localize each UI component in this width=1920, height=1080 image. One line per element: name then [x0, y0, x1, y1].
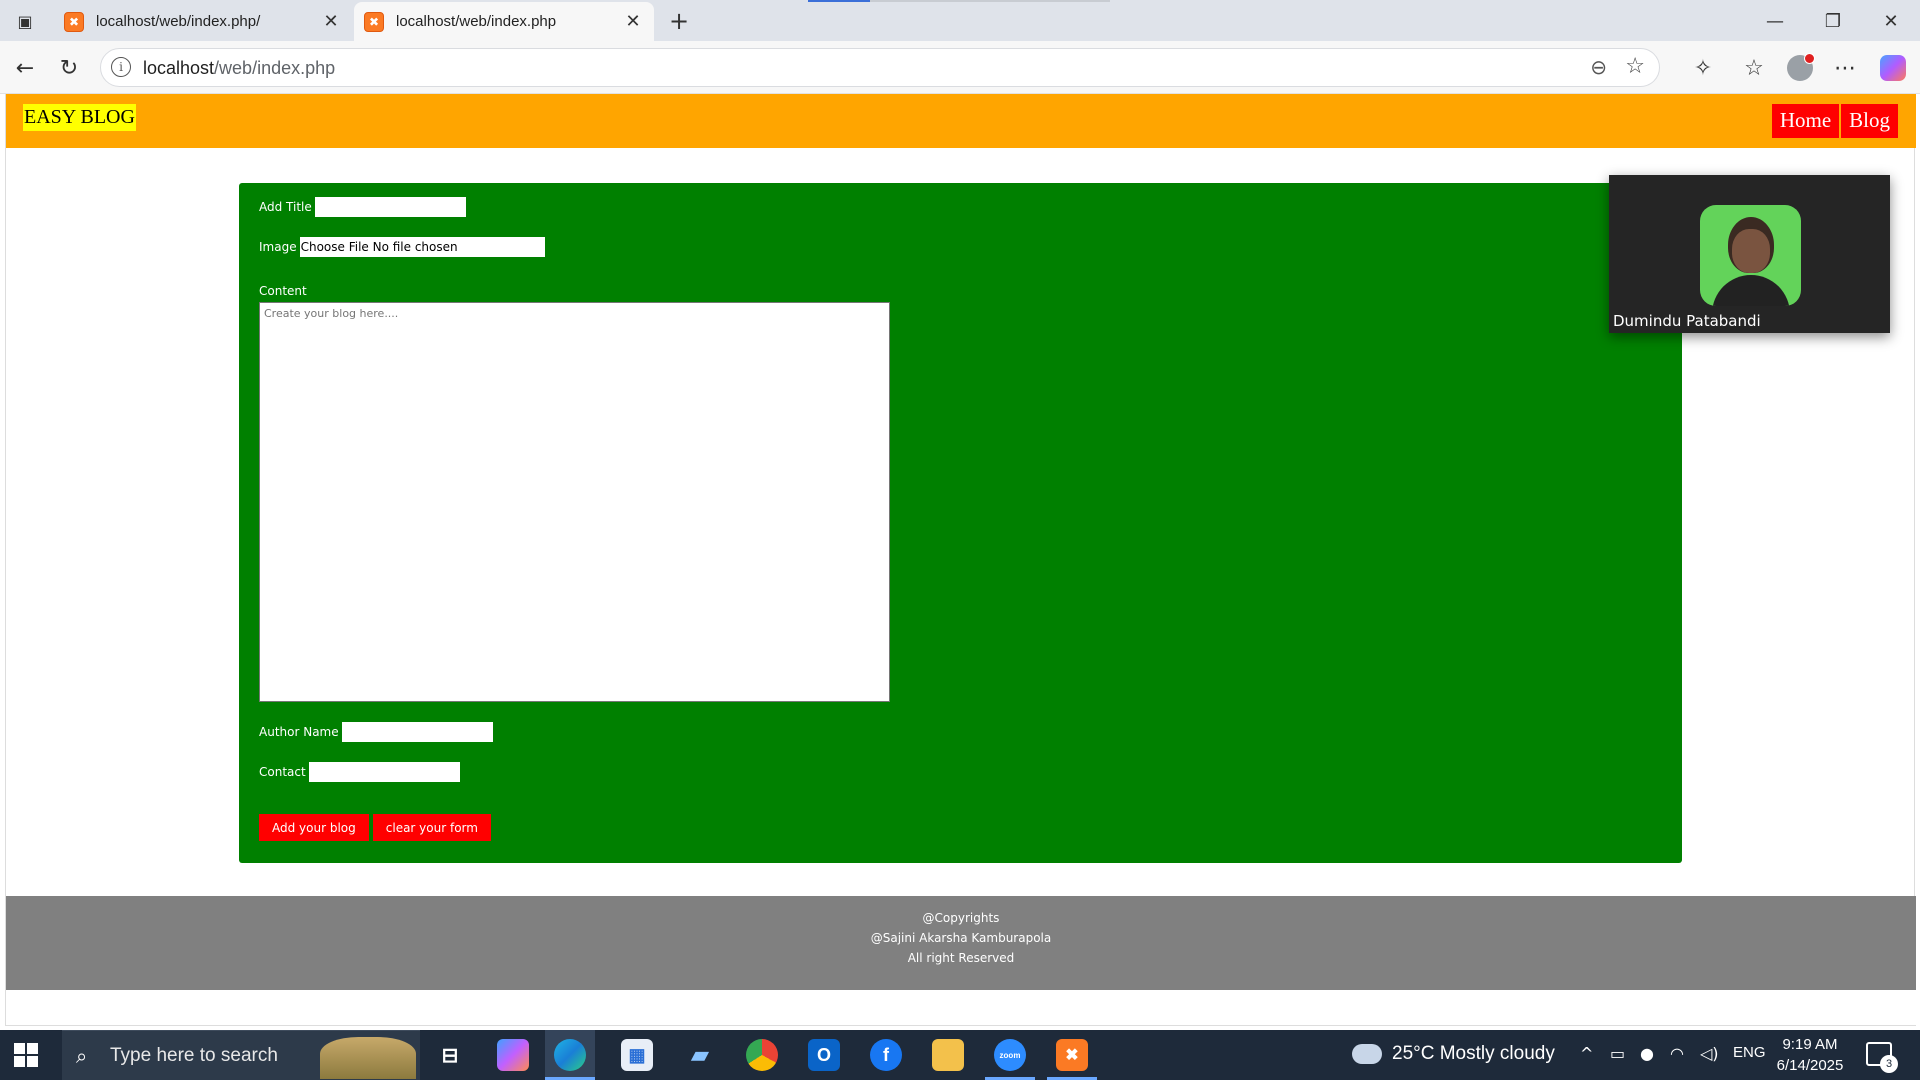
image-file-input[interactable]: Choose File No file chosen — [299, 237, 545, 257]
image-row: Image Choose File No file chosen — [259, 237, 545, 257]
close-tab-icon[interactable]: ✕ — [320, 11, 342, 32]
clock-time: 9:19 AM — [1782, 1036, 1838, 1053]
nav-home-link[interactable]: Home — [1771, 104, 1840, 138]
content-label: Content — [259, 284, 307, 298]
author-row: Author Name — [259, 722, 493, 742]
nav-blog-link[interactable]: Blog — [1841, 104, 1898, 138]
address-url[interactable]: localhost/web/index.php — [143, 58, 335, 79]
laptop-icon[interactable]: ▰ — [684, 1039, 716, 1071]
site-footer: @Copyrights @Sajini Akarsha Kamburapola … — [6, 896, 1916, 990]
tab-title: localhost/web/index.php/ — [96, 13, 261, 30]
blog-form: Add Title Image Choose File No file chos… — [239, 183, 1682, 863]
reload-icon[interactable]: ↻ — [52, 51, 86, 85]
new-tab-button[interactable]: + — [664, 6, 694, 36]
xampp-icon: ✖ — [364, 11, 384, 32]
address-bar[interactable]: i localhost/web/index.php ⊖ ☆ — [100, 48, 1660, 87]
profile-icon[interactable] — [1783, 51, 1817, 85]
close-tab-icon[interactable]: ✕ — [622, 11, 644, 32]
participant-avatar — [1700, 205, 1801, 306]
author-label: Author Name — [259, 725, 339, 739]
clear-form-button[interactable]: clear your form — [372, 814, 491, 841]
more-menu-icon[interactable]: ⋯ — [1828, 51, 1862, 85]
browser-toolbar: ← ↻ i localhost/web/index.php ⊖ ☆ ✧ ☆ ⋯ — [0, 41, 1920, 94]
xampp-icon[interactable]: ✖ — [1056, 1039, 1088, 1071]
url-host: localhost — [143, 58, 215, 78]
language-indicator[interactable]: ENG — [1733, 1044, 1766, 1061]
search-icon: ⌕ — [76, 1044, 88, 1068]
contact-input[interactable] — [308, 762, 460, 782]
chrome-icon[interactable] — [746, 1039, 778, 1071]
browser-tab-active[interactable]: ✖ localhost/web/index.php ✕ — [354, 2, 654, 41]
author-input[interactable] — [341, 722, 493, 742]
footer-copyright: @Copyrights — [922, 911, 1000, 925]
footer-rights: All right Reserved — [907, 951, 1015, 965]
taskbar-search[interactable]: ⌕ Type here to search — [62, 1030, 420, 1080]
file-explorer-icon[interactable] — [932, 1039, 964, 1071]
weather-widget[interactable]: 25°C Mostly cloudy — [1352, 1038, 1555, 1065]
tabstrip-indicator — [808, 0, 870, 2]
favorites-icon[interactable]: ☆ — [1737, 51, 1771, 85]
camera-icon[interactable]: ▭ — [1610, 1044, 1625, 1063]
restore-icon[interactable]: ❐ — [1810, 8, 1856, 34]
browser-tab-bar: ▣ ✖ localhost/web/index.php/ ✕ ✖ localho… — [0, 0, 1920, 41]
profile-avatar — [1787, 53, 1815, 81]
minimize-icon[interactable]: — — [1752, 8, 1798, 34]
copilot-logo — [1880, 55, 1906, 81]
tab-title: localhost/web/index.php — [396, 13, 557, 30]
contact-row: Contact — [259, 762, 460, 782]
outlook-icon[interactable]: O — [808, 1039, 840, 1071]
clock-date: 6/14/2025 — [1776, 1057, 1844, 1074]
notification-badge: 3 — [1880, 1055, 1898, 1073]
task-view-icon[interactable]: ⊟ — [434, 1039, 466, 1071]
site-brand[interactable]: EASY BLOG — [23, 104, 136, 131]
facebook-icon[interactable]: f — [870, 1039, 902, 1071]
site-header: EASY BLOG Home Blog — [6, 94, 1916, 148]
xampp-icon: ✖ — [64, 11, 84, 32]
screen: ▣ ✖ localhost/web/index.php/ ✕ ✖ localho… — [0, 0, 1920, 1080]
extensions-icon[interactable]: ✧ — [1686, 51, 1720, 85]
form-buttons: Add your blog clear your form — [259, 814, 491, 841]
wifi-icon[interactable]: ◠ — [1670, 1044, 1684, 1063]
avatar-face — [1732, 229, 1770, 273]
copilot-icon[interactable] — [1876, 51, 1910, 85]
copilot-icon[interactable] — [497, 1039, 529, 1071]
show-hidden-icons-icon[interactable]: ^ — [1580, 1044, 1593, 1063]
participant-name: Dumindu Patabandi — [1613, 312, 1761, 330]
windows-start-icon[interactable] — [14, 1043, 38, 1067]
footer-author: @Sajini Akarsha Kamburapola — [870, 931, 1052, 945]
browser-tab[interactable]: ✖ localhost/web/index.php/ ✕ — [54, 2, 352, 41]
contact-label: Contact — [259, 765, 306, 779]
title-input[interactable] — [314, 197, 466, 217]
weather-text: 25°C Mostly cloudy — [1392, 1043, 1555, 1064]
volume-icon[interactable]: ◁) — [1700, 1044, 1719, 1063]
avatar-shirt — [1712, 275, 1790, 306]
windows-taskbar: ⌕ Type here to search ⊟ ▦ ▰ O f zoom ✖ 2… — [0, 1030, 1920, 1080]
cloud-icon — [1352, 1038, 1382, 1064]
add-blog-button[interactable]: Add your blog — [259, 814, 369, 841]
tab-actions-icon[interactable]: ▣ — [14, 10, 36, 32]
search-highlight-image — [320, 1037, 416, 1079]
taskbar-clock[interactable]: 9:19 AM 6/14/2025 — [1775, 1034, 1845, 1076]
zoom-icon[interactable]: ⊖ — [1590, 55, 1607, 79]
zoom-icon[interactable]: zoom — [994, 1039, 1026, 1071]
image-label: Image — [259, 240, 297, 254]
url-path: /web/index.php — [214, 58, 336, 78]
video-call-tile[interactable]: Dumindu Patabandi — [1609, 175, 1890, 333]
title-row: Add Title — [259, 197, 466, 217]
notification-center-icon[interactable]: 3 — [1866, 1042, 1898, 1073]
close-window-icon[interactable]: ✕ — [1868, 8, 1914, 34]
site-nav: Home Blog — [1771, 104, 1898, 138]
store-icon[interactable]: ▦ — [621, 1039, 653, 1071]
taskbar-search-placeholder: Type here to search — [110, 1045, 278, 1066]
favorite-star-icon[interactable]: ☆ — [1625, 54, 1645, 79]
content-textarea[interactable]: Create your blog here.... — [259, 302, 890, 702]
microphone-icon[interactable]: ● — [1640, 1044, 1654, 1063]
back-icon[interactable]: ← — [8, 51, 42, 85]
title-label: Add Title — [259, 200, 312, 214]
page-bottom-spacer — [6, 990, 1916, 1026]
site-info-icon[interactable]: i — [111, 57, 131, 77]
edge-icon[interactable] — [554, 1039, 586, 1071]
tabstrip-divider — [870, 0, 1110, 2]
